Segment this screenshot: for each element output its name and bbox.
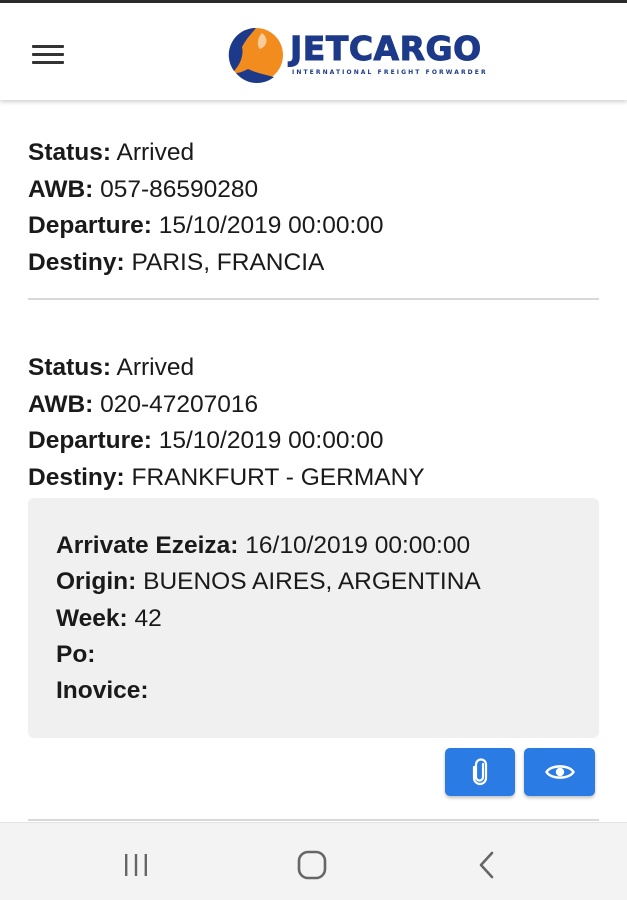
arrival-label: Arrivate Ezeiza:	[56, 532, 239, 559]
logo-wordmark: JETCARGO	[290, 29, 482, 69]
awb-value: 020-47207016	[100, 390, 259, 418]
origin-value: BUENOS AIRES, ARGENTINA	[143, 568, 481, 596]
globe-icon	[228, 27, 283, 84]
status-value: Arrived	[116, 354, 195, 381]
awb-value: 057-86590280	[100, 175, 259, 203]
hamburger-icon-bar	[32, 45, 64, 48]
status-label: Status:	[28, 139, 112, 166]
departure-row: Departure: 15/10/2019 00:00:00	[28, 423, 425, 460]
destiny-row: Destiny: FRANKFURT - GERMANY	[28, 460, 425, 497]
logo-tagline: INTERNATIONAL FREIGHT FORWARDER	[292, 69, 488, 76]
home-button[interactable]	[287, 843, 337, 887]
status-value: Arrived	[116, 139, 195, 166]
destiny-label: Destiny:	[28, 463, 125, 491]
attachments-button[interactable]	[445, 748, 515, 796]
recents-button[interactable]	[111, 843, 161, 887]
recents-icon	[125, 854, 147, 876]
jetcargo-logo: JETCARGO INTERNATIONAL FREIGHT FORWARDER	[226, 23, 496, 85]
paperclip-icon	[472, 758, 488, 786]
app-header: JETCARGO INTERNATIONAL FREIGHT FORWARDER	[0, 0, 627, 100]
destiny-row: Destiny: PARIS, FRANCIA	[28, 245, 384, 282]
eye-icon	[544, 765, 575, 779]
arrival-value: 16/10/2019 00:00:00	[245, 532, 471, 559]
origin-label: Origin:	[56, 568, 137, 596]
departure-row: Departure: 15/10/2019 00:00:00	[28, 208, 384, 245]
system-nav-bar	[0, 822, 627, 900]
awb-row: AWB: 057-86590280	[28, 172, 384, 209]
divider	[28, 819, 599, 821]
hamburger-icon-bar	[32, 61, 64, 64]
origin-row: Origin: BUENOS AIRES, ARGENTINA	[56, 564, 599, 600]
menu-button[interactable]	[30, 39, 66, 69]
awb-label: AWB:	[28, 175, 94, 203]
week-value: 42	[134, 604, 162, 632]
shipment-card[interactable]: Status: Arrived AWB: 057-86590280 Depart…	[0, 135, 384, 281]
divider	[28, 298, 599, 300]
destiny-value: FRANKFURT - GERMANY	[131, 463, 425, 491]
status-label: Status:	[28, 354, 112, 381]
awb-label: AWB:	[28, 390, 94, 418]
departure-label: Departure:	[28, 212, 152, 239]
shipment-card[interactable]: Status: Arrived AWB: 020-47207016 Depart…	[0, 350, 425, 496]
back-button[interactable]	[462, 843, 512, 887]
destiny-value: PARIS, FRANCIA	[131, 248, 325, 276]
view-details-button[interactable]	[524, 748, 595, 796]
back-icon	[479, 851, 494, 879]
invoice-row: Inovice:	[56, 673, 599, 709]
hamburger-icon-bar	[32, 53, 64, 56]
invoice-label: Inovice:	[56, 677, 149, 705]
week-row: Week: 42	[56, 601, 599, 637]
po-row: Po:	[56, 637, 599, 673]
departure-value: 15/10/2019 00:00:00	[158, 427, 384, 454]
destiny-label: Destiny:	[28, 248, 125, 276]
arrival-row: Arrivate Ezeiza: 16/10/2019 00:00:00	[56, 528, 599, 564]
week-label: Week:	[56, 604, 128, 632]
awb-row: AWB: 020-47207016	[28, 387, 425, 424]
departure-label: Departure:	[28, 427, 152, 454]
status-row: Status: Arrived	[28, 135, 384, 172]
departure-value: 15/10/2019 00:00:00	[158, 212, 384, 239]
home-icon	[297, 850, 327, 880]
status-row: Status: Arrived	[28, 350, 425, 387]
shipment-details-panel: Arrivate Ezeiza: 16/10/2019 00:00:00 Ori…	[28, 498, 599, 738]
po-label: Po:	[56, 640, 96, 668]
